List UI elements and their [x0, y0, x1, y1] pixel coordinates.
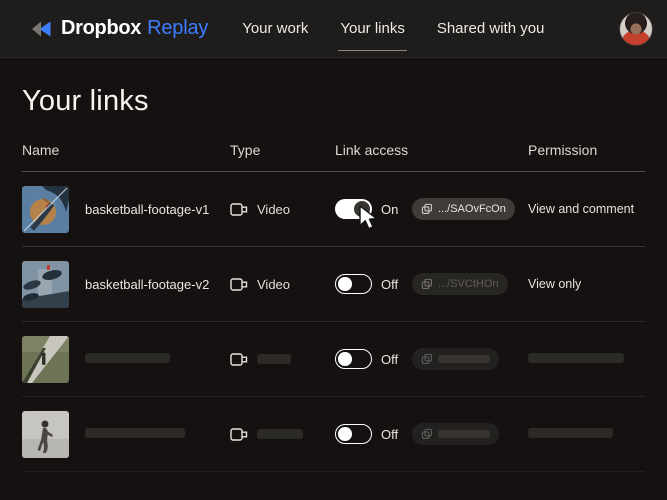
permission-placeholder — [528, 428, 613, 438]
video-thumbnail-runner[interactable] — [22, 411, 69, 458]
permission-label[interactable]: View only — [528, 277, 645, 291]
table-row: basketball-footage-v2 Video Off — [22, 247, 645, 322]
video-camera-icon — [230, 202, 248, 217]
video-camera-icon — [230, 277, 248, 292]
column-header-type: Type — [230, 142, 335, 158]
file-name[interactable]: basketball-footage-v2 — [85, 277, 230, 292]
top-bar: Dropbox Replay Your work Your links Shar… — [0, 0, 667, 58]
link-access-toggle[interactable] — [335, 274, 372, 294]
name-placeholder — [85, 353, 170, 363]
tab-shared-with-you[interactable]: Shared with you — [435, 16, 547, 41]
toggle-state-label: Off — [381, 427, 402, 442]
table-row: Off — [22, 397, 645, 472]
copy-icon — [421, 278, 433, 290]
link-url-text: .../SVCtHOn — [438, 278, 499, 290]
copy-link-chip[interactable] — [412, 348, 499, 370]
toggle-state-label: Off — [381, 352, 402, 367]
rewind-icon — [30, 18, 53, 40]
permission-placeholder — [528, 353, 624, 363]
link-placeholder — [438, 355, 490, 363]
dropbox-replay-logo[interactable]: Dropbox Replay — [30, 17, 208, 40]
video-camera-icon — [230, 427, 248, 442]
toggle-state-label: On — [381, 202, 402, 217]
table-row: basketball-footage-v1 Video On — [22, 172, 645, 247]
tab-your-work[interactable]: Your work — [240, 16, 310, 41]
video-camera-icon — [230, 352, 248, 367]
main-content: Your links Name Type Link access Permiss… — [0, 85, 667, 472]
page-title: Your links — [22, 85, 645, 118]
video-thumbnail-road[interactable] — [22, 336, 69, 383]
link-access-toggle[interactable] — [335, 349, 372, 369]
copy-icon — [421, 203, 433, 215]
logo-product-text: Replay — [147, 17, 208, 40]
link-url-text: .../SAOvFcOn — [438, 203, 506, 215]
main-nav: Your work Your links Shared with you — [240, 0, 546, 58]
table-header: Name Type Link access Permission — [22, 142, 645, 172]
copy-icon — [421, 428, 433, 440]
file-type-label: Video — [257, 277, 290, 292]
link-access-toggle[interactable] — [335, 199, 372, 219]
file-name[interactable]: basketball-footage-v1 — [85, 202, 230, 217]
tab-your-links[interactable]: Your links — [338, 16, 406, 41]
logo-brand-text: Dropbox — [61, 17, 141, 40]
video-thumbnail-basketball-v2[interactable] — [22, 261, 69, 308]
type-placeholder — [257, 429, 303, 439]
column-header-link-access: Link access — [335, 142, 528, 158]
copy-icon — [421, 353, 433, 365]
permission-label[interactable]: View and comment — [528, 202, 645, 216]
link-placeholder — [438, 430, 490, 438]
copy-link-chip[interactable]: .../SAOvFcOn — [412, 198, 515, 220]
avatar[interactable] — [619, 12, 653, 46]
file-type-label: Video — [257, 202, 290, 217]
column-header-permission: Permission — [528, 142, 645, 158]
table-row: Off — [22, 322, 645, 397]
copy-link-chip[interactable]: .../SVCtHOn — [412, 273, 508, 295]
type-placeholder — [257, 354, 291, 364]
link-access-toggle[interactable] — [335, 424, 372, 444]
copy-link-chip[interactable] — [412, 423, 499, 445]
toggle-state-label: Off — [381, 277, 402, 292]
name-placeholder — [85, 428, 185, 438]
video-thumbnail-basketball-v1[interactable] — [22, 186, 69, 233]
column-header-name: Name — [22, 142, 230, 158]
